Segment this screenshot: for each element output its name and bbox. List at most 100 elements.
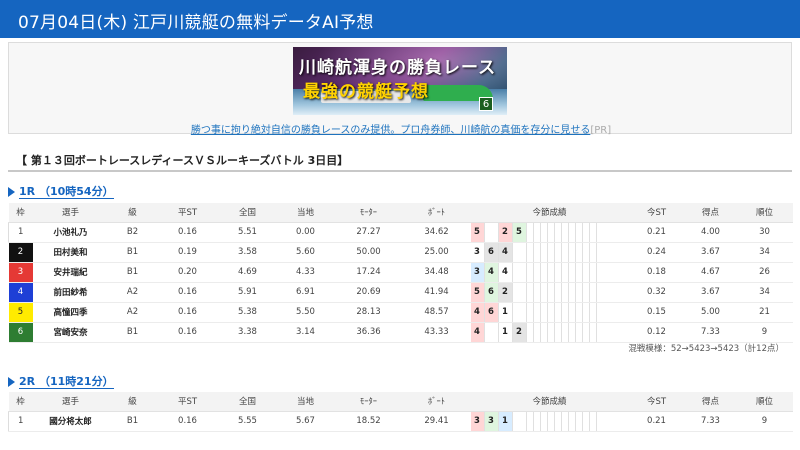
motor-rate: 27.27 [334, 222, 403, 243]
score: 5.00 [684, 302, 737, 323]
result-cell-empty [590, 322, 597, 341]
result-cell-empty [527, 242, 534, 261]
racer-name[interactable]: 小池礼乃 [32, 222, 109, 243]
table-row: 4 前田紗希 A2 0.16 5.91 6.91 20.69 41.94 5 6 2 0.32 3.67… [8, 282, 793, 303]
current-st: 0.15 [628, 302, 685, 323]
result-cell [513, 302, 527, 321]
result-cell-empty [534, 411, 541, 430]
result-cell-empty [527, 282, 534, 301]
current-st: 0.21 [628, 411, 685, 432]
result-cell: 4 [470, 322, 485, 341]
motor-rate: 28.13 [334, 302, 403, 323]
result-cell-empty [569, 262, 576, 281]
result-cell-empty [555, 322, 562, 341]
table-row: 1 國分将太郎 B1 0.16 5.55 5.67 18.52 29.41 3 3 1 0.21 7.3… [8, 411, 793, 432]
series-results: 525 [470, 222, 629, 243]
table-row: 2 田村美和 B1 0.19 3.58 5.60 50.00 25.00 3 6 4 0.24 3.67… [8, 242, 793, 263]
racer-name[interactable]: 國分将太郎 [32, 411, 109, 432]
result-cell-empty [555, 242, 562, 261]
result-cell-empty [576, 262, 583, 281]
result-cell-empty [562, 322, 569, 341]
col-boat: ﾎﾞｰﾄ [402, 203, 471, 223]
racer-name[interactable]: 高憧四季 [32, 302, 109, 323]
rank: 34 [736, 242, 793, 263]
result-cell-empty [583, 242, 590, 261]
result-cell: 5 [470, 282, 485, 301]
result-cell-empty [534, 282, 541, 301]
boat-rate: 34.62 [402, 222, 471, 243]
result-cell-empty [555, 411, 562, 430]
local-rate: 5.67 [276, 411, 335, 432]
series-results-strip: 525 [470, 222, 629, 241]
section-title: 【 第１３回ボートレースレディースＶＳルーキーズバトル 3日目】 [8, 150, 792, 172]
boat-rate: 41.94 [402, 282, 471, 303]
result-cell-empty [576, 222, 583, 241]
waku-number: 5 [8, 302, 33, 323]
avg-st: 0.16 [156, 302, 219, 323]
racer-class: B1 [108, 411, 157, 432]
page-header: 07月04日(木) 江戸川競艇の無料データAI予想 [0, 0, 800, 38]
waku-number: 4 [8, 282, 33, 303]
col-now-st: 今ST [628, 203, 685, 223]
result-cell: 6 [484, 282, 499, 301]
race-header-1r[interactable]: 1R （10時54分） [8, 183, 114, 199]
result-cell-empty [576, 302, 583, 321]
score: 4.00 [684, 222, 737, 243]
result-cell-empty [562, 302, 569, 321]
banner-headline: 川崎航渾身の勝負レース [299, 58, 497, 78]
racer-name[interactable]: 宮崎安奈 [32, 322, 109, 343]
result-cell-empty [555, 222, 562, 241]
col-boat: ﾎﾞｰﾄ [402, 392, 471, 412]
col-now-st: 今ST [628, 392, 685, 412]
result-cell-empty [527, 222, 534, 241]
series-results: 344 [470, 262, 629, 283]
local-rate: 5.60 [276, 242, 335, 263]
col-waku: 枠 [8, 203, 33, 223]
local-rate: 5.50 [276, 302, 335, 323]
result-cell-empty [569, 322, 576, 341]
col-racer: 選手 [32, 203, 109, 223]
racer-class: A2 [108, 302, 157, 323]
current-st: 0.24 [628, 242, 685, 263]
result-cell-empty [527, 302, 534, 321]
col-results: 今節成績 [470, 203, 629, 223]
rank: 26 [736, 262, 793, 283]
arrow-right-icon [8, 187, 15, 197]
result-cell-empty [548, 302, 555, 321]
result-cell: 1 [499, 322, 513, 341]
result-cell: 2 [498, 222, 513, 241]
col-rank: 順位 [736, 392, 793, 412]
result-cell-empty [590, 282, 597, 301]
col-racer: 選手 [32, 392, 109, 412]
racer-name[interactable]: 田村美和 [32, 242, 109, 263]
table-row: 1 小池礼乃 B2 0.16 5.51 0.00 27.27 34.62 5 2 5 0.21 4.00… [8, 222, 793, 243]
result-cell-empty [576, 242, 583, 261]
race-label: 2R （11時21分） [19, 375, 114, 389]
result-cell-empty [527, 262, 534, 281]
ad-link[interactable]: 勝つ事に拘り絶対自信の勝負レースのみ提供。プロ舟券師、川崎航の真価を存分に見せる [191, 125, 591, 136]
ad-link-row: 勝つ事に拘り絶対自信の勝負レースのみ提供。プロ舟券師、川崎航の真価を存分に見せる… [9, 121, 793, 136]
national-rate: 4.69 [218, 262, 277, 283]
national-rate: 3.58 [218, 242, 277, 263]
result-cell-empty [534, 302, 541, 321]
col-motor: ﾓｰﾀｰ [334, 203, 403, 223]
ad-banner[interactable]: 6 川崎航渾身の勝負レース 最強の競艇予想 [293, 47, 507, 115]
waku-number: 1 [8, 411, 33, 432]
result-cell-empty [590, 242, 597, 261]
result-cell-empty [555, 302, 562, 321]
national-rate: 5.91 [218, 282, 277, 303]
racer-name[interactable]: 前田紗希 [32, 282, 109, 303]
result-cell-empty [548, 262, 555, 281]
result-cell: 1 [498, 411, 513, 430]
race-header-2r[interactable]: 2R （11時21分） [8, 373, 114, 389]
result-cell-empty [534, 222, 541, 241]
result-cell-empty [569, 222, 576, 241]
result-cell-empty [527, 322, 534, 341]
result-cell-empty [562, 222, 569, 241]
racer-name[interactable]: 安井瑞紀 [32, 262, 109, 283]
boat-rate: 48.57 [402, 302, 471, 323]
result-cell-empty [583, 411, 590, 430]
result-cell [485, 222, 499, 241]
motor-rate: 20.69 [334, 282, 403, 303]
col-local: 当地 [276, 203, 335, 223]
